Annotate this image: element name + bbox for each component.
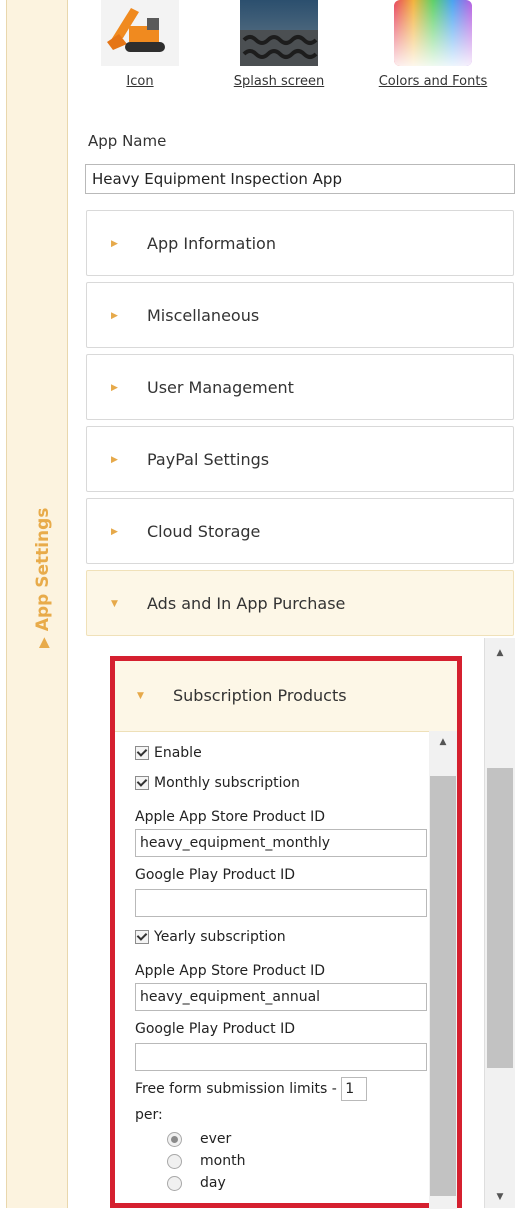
section-paypal-settings[interactable]: ▶ PayPal Settings [86,426,514,492]
section-label: Cloud Storage [147,522,261,541]
period-label-month: month [200,1153,246,1169]
submission-limit-label: Free form submission limits - [135,1081,337,1097]
yearly-subscription-label: Yearly subscription [154,929,286,945]
app-settings-side-tab[interactable]: ▶App Settings [6,0,68,1208]
color-gradient-icon[interactable] [394,0,472,66]
subscription-products-title: Subscription Products [173,686,347,705]
monthly-google-id-input[interactable] [135,889,427,917]
yearly-google-id-label: Google Play Product ID [135,1021,295,1037]
tire-tracks-image[interactable] [240,0,318,66]
subscription-products-header[interactable]: ▼ Subscription Products [115,661,457,732]
radio-month[interactable] [167,1153,182,1169]
period-radio-ever[interactable]: ever [167,1131,231,1147]
excavator-icon[interactable] [101,0,179,66]
scroll-up-icon[interactable]: ▲ [429,737,457,747]
section-miscellaneous[interactable]: ▶ Miscellaneous [86,282,514,348]
app-name-input[interactable] [85,164,515,194]
monthly-subscription-checkbox[interactable] [135,776,149,790]
section-label: PayPal Settings [147,450,270,469]
subscription-products-panel: ▼ Subscription Products ▲ Enable Monthly… [110,656,462,1209]
app-assets-toolbar: Icon Splash screen Colors and Fonts [100,0,520,110]
chevron-down-icon: ▼ [111,599,118,609]
triangle-down-icon: ▶ [36,637,52,648]
chevron-right-icon: ▶ [111,311,118,321]
period-label-ever: ever [200,1131,232,1147]
chevron-right-icon: ▶ [111,527,118,537]
outer-scrollbar-thumb[interactable] [487,768,513,1068]
app-name-label: App Name [88,132,167,150]
inner-scrollbar-thumb[interactable] [430,776,456,1196]
icon-link[interactable]: Icon [100,74,180,89]
monthly-apple-id-input[interactable] [135,829,427,857]
period-radio-month[interactable]: month [167,1153,245,1169]
submission-limit-input[interactable]: 1 [341,1077,368,1101]
scroll-down-icon[interactable]: ▼ [485,1192,515,1202]
yearly-subscription-checkbox[interactable] [135,930,149,944]
per-label: per: [135,1107,163,1123]
section-cloud-storage[interactable]: ▶ Cloud Storage [86,498,514,564]
section-label: Miscellaneous [147,306,260,325]
section-label: Ads and In App Purchase [147,594,346,613]
enable-row[interactable]: Enable [135,745,202,761]
enable-checkbox[interactable] [135,746,149,760]
splash-screen-tile[interactable]: Splash screen [224,0,334,89]
colors-fonts-link[interactable]: Colors and Fonts [362,74,504,89]
scroll-up-icon[interactable]: ▲ [485,648,515,658]
section-ads-in-app-purchase[interactable]: ▼ Ads and In App Purchase [86,570,514,636]
inner-scrollbar[interactable]: ▲ [429,731,457,1209]
section-user-management[interactable]: ▶ User Management [86,354,514,420]
monthly-subscription-label: Monthly subscription [154,775,300,791]
monthly-row[interactable]: Monthly subscription [135,775,300,791]
splash-screen-link[interactable]: Splash screen [224,74,334,89]
outer-scrollbar[interactable]: ▲ ▼ [484,638,515,1208]
section-app-information[interactable]: ▶ App Information [86,210,514,276]
yearly-google-id-input[interactable] [135,1043,427,1071]
period-radio-day[interactable]: day [167,1175,226,1191]
icon-tile[interactable]: Icon [100,0,180,89]
radio-day[interactable] [167,1175,182,1191]
colors-fonts-tile[interactable]: Colors and Fonts [362,0,504,89]
monthly-google-id-label: Google Play Product ID [135,867,295,883]
chevron-right-icon: ▶ [111,239,118,249]
app-settings-tab-label[interactable]: ▶App Settings [29,448,57,648]
chevron-right-icon: ▶ [111,455,118,465]
period-label-day: day [200,1175,226,1191]
yearly-row[interactable]: Yearly subscription [135,929,286,945]
radio-ever[interactable] [167,1131,182,1147]
monthly-apple-id-label: Apple App Store Product ID [135,809,326,825]
enable-label: Enable [154,745,202,761]
chevron-down-icon: ▼ [137,691,144,701]
chevron-right-icon: ▶ [111,383,118,393]
yearly-apple-id-input[interactable] [135,983,427,1011]
section-label: User Management [147,378,294,397]
submission-limit-row: Free form submission limits - 1 [135,1077,368,1101]
yearly-apple-id-label: Apple App Store Product ID [135,963,326,979]
section-label: App Information [147,234,276,253]
